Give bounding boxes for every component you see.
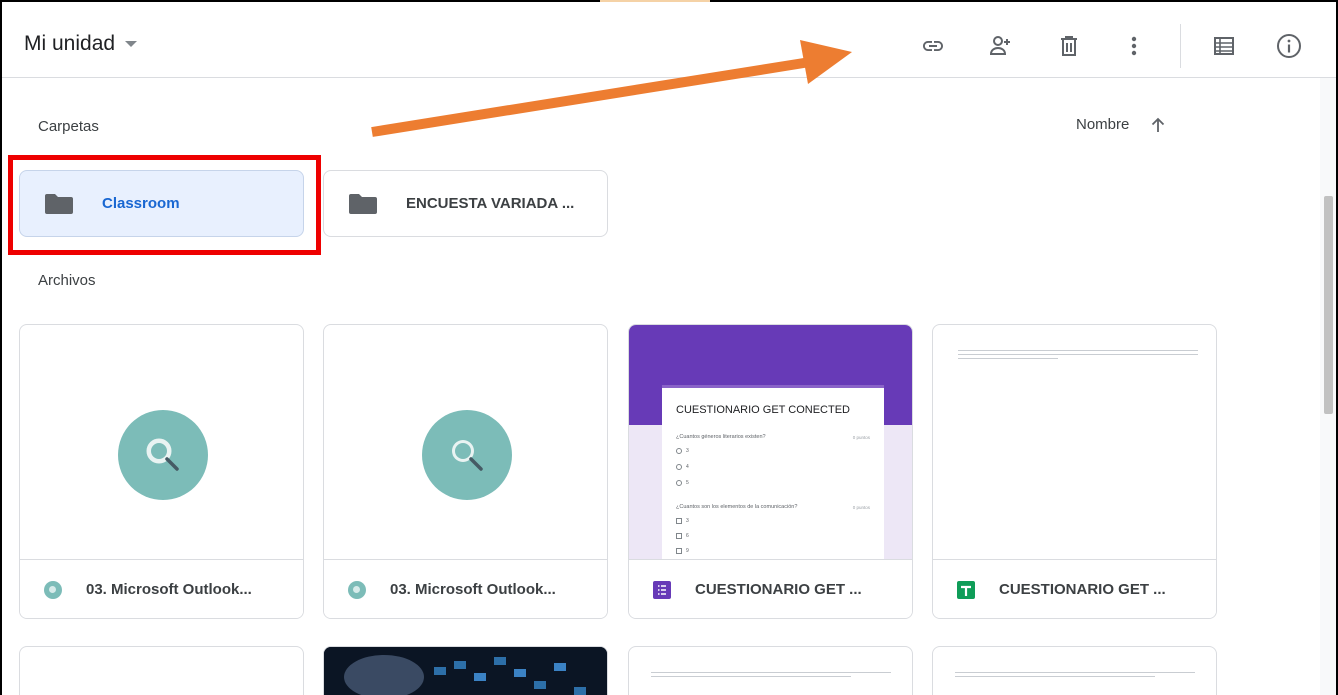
checkbox-icon bbox=[676, 518, 682, 524]
share-button[interactable] bbox=[984, 29, 1018, 63]
drive-header: Mi unidad bbox=[2, 2, 1336, 78]
sheet-row-line bbox=[651, 676, 851, 677]
files-heading: Archivos bbox=[38, 272, 96, 289]
checkbox-icon bbox=[676, 548, 682, 554]
folder-encuesta-variada[interactable]: ENCUESTA VARIADA ... bbox=[323, 170, 608, 237]
forms-icon bbox=[653, 580, 671, 599]
my-drive-dropdown[interactable]: Mi unidad bbox=[24, 32, 138, 56]
form-option: 9 bbox=[676, 548, 689, 554]
folders-heading: Carpetas bbox=[38, 118, 99, 135]
folder-icon bbox=[348, 193, 378, 215]
file-title-bar: CUESTIONARIO GET ... bbox=[933, 559, 1216, 618]
checkbox-icon bbox=[676, 533, 682, 539]
sheets-icon bbox=[957, 580, 975, 599]
form-option: 6 bbox=[676, 533, 689, 539]
form-option: 3 bbox=[676, 448, 689, 454]
file-title-bar: 03. Microsoft Outlook... bbox=[20, 559, 303, 618]
file-card-outlook-1[interactable]: 03. Microsoft Outlook... bbox=[19, 324, 304, 619]
list-view-icon bbox=[1214, 37, 1234, 55]
folder-name: ENCUESTA VARIADA ... bbox=[406, 195, 575, 212]
file-card-partial-4[interactable] bbox=[932, 646, 1217, 695]
file-card-partial-3[interactable] bbox=[628, 646, 913, 695]
form-question-1: ¿Cuantos géneros literarios existen? bbox=[676, 434, 766, 440]
keyboard-image bbox=[324, 647, 607, 695]
form-points-1: 0 puntos bbox=[852, 435, 870, 440]
search-preview-icon bbox=[118, 410, 208, 500]
file-thumbnail bbox=[324, 325, 607, 559]
file-card-outlook-2[interactable]: 03. Microsoft Outlook... bbox=[323, 324, 608, 619]
folder-icon bbox=[44, 193, 74, 215]
page-title: Mi unidad bbox=[24, 32, 116, 55]
file-card-keyboard-image[interactable] bbox=[323, 646, 608, 695]
scrollbar-thumb[interactable] bbox=[1324, 196, 1333, 414]
sheet-row-line bbox=[955, 676, 1155, 677]
file-thumbnail bbox=[20, 325, 303, 559]
radio-icon bbox=[676, 464, 682, 470]
file-card-sheet[interactable]: CUESTIONARIO GET ... bbox=[932, 324, 1217, 619]
search-preview-icon bbox=[422, 410, 512, 500]
file-name: CUESTIONARIO GET ... bbox=[695, 581, 862, 598]
sheet-row-line bbox=[651, 672, 891, 673]
folder-classroom[interactable]: Classroom bbox=[19, 170, 304, 237]
form-option: 3 bbox=[676, 518, 689, 524]
file-title-bar: CUESTIONARIO GET ... bbox=[629, 559, 912, 618]
share-person-icon bbox=[989, 36, 1010, 55]
sheet-row-line bbox=[958, 350, 1198, 351]
form-question-2: ¿Cuantos son los elementos de la comunic… bbox=[676, 504, 798, 510]
toolbar-divider bbox=[1180, 24, 1181, 68]
form-option: 4 bbox=[676, 464, 689, 470]
form-title: CUESTIONARIO GET CONECTED bbox=[676, 404, 850, 416]
form-option: 5 bbox=[676, 480, 689, 486]
sheet-thumbnail bbox=[933, 325, 1216, 559]
sort-by-name-button[interactable]: Nombre bbox=[1076, 116, 1165, 133]
info-icon bbox=[1277, 34, 1301, 58]
form-thumbnail: CUESTIONARIO GET CONECTED ¿Cuantos géner… bbox=[629, 325, 912, 559]
file-title-bar: 03. Microsoft Outlook... bbox=[324, 559, 607, 618]
radio-icon bbox=[676, 448, 682, 454]
link-icon bbox=[923, 41, 943, 51]
sort-label: Nombre bbox=[1076, 116, 1130, 133]
details-button[interactable] bbox=[1272, 29, 1306, 63]
form-preview-card: CUESTIONARIO GET CONECTED ¿Cuantos géner… bbox=[662, 385, 884, 559]
search-icon bbox=[44, 580, 62, 599]
radio-icon bbox=[676, 480, 682, 486]
folder-name: Classroom bbox=[102, 195, 180, 212]
file-name: CUESTIONARIO GET ... bbox=[999, 581, 1166, 598]
sheet-row-line bbox=[955, 672, 1195, 673]
list-view-button[interactable] bbox=[1207, 29, 1241, 63]
form-points-2: 0 puntos bbox=[852, 505, 870, 510]
caret-down-icon bbox=[125, 41, 138, 47]
file-card-partial-1[interactable] bbox=[19, 646, 304, 695]
get-link-button[interactable] bbox=[916, 29, 950, 63]
search-icon bbox=[348, 580, 366, 599]
file-name: 03. Microsoft Outlook... bbox=[86, 581, 252, 598]
sheet-row-line bbox=[958, 358, 1058, 359]
more-vert-icon bbox=[1131, 36, 1137, 56]
file-card-form[interactable]: CUESTIONARIO GET CONECTED ¿Cuantos géner… bbox=[628, 324, 913, 619]
trash-icon bbox=[1061, 36, 1077, 56]
delete-button[interactable] bbox=[1052, 29, 1086, 63]
sheet-row-line bbox=[958, 354, 1198, 355]
more-actions-button[interactable] bbox=[1117, 29, 1151, 63]
arrow-up-icon bbox=[1152, 117, 1165, 132]
file-name: 03. Microsoft Outlook... bbox=[390, 581, 556, 598]
